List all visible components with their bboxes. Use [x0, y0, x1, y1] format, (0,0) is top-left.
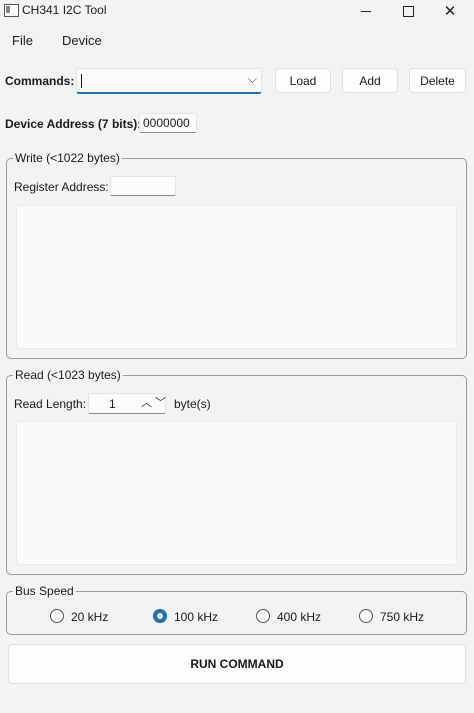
text-caret	[81, 74, 82, 88]
minimize-icon[interactable]	[346, 0, 386, 22]
title-bar: CH341 I2C Tool ✕	[0, 0, 474, 22]
spin-up-icon[interactable]: ︿	[141, 394, 152, 410]
byte-unit-label: byte(s)	[174, 397, 211, 411]
radio-100khz[interactable]	[153, 609, 167, 623]
menu-device[interactable]: Device	[62, 33, 102, 48]
app-icon	[4, 4, 19, 17]
radio-20khz-label[interactable]: 20 kHz	[71, 610, 108, 624]
window-title: CH341 I2C Tool	[22, 3, 107, 17]
radio-20khz[interactable]	[50, 609, 64, 623]
register-address-label: Register Address:	[14, 180, 109, 194]
menu-bar: File Device	[0, 30, 474, 50]
radio-750khz-label[interactable]: 750 kHz	[380, 610, 424, 624]
add-button[interactable]: Add	[342, 68, 398, 93]
chevron-down-icon[interactable]: ⌵	[248, 72, 257, 87]
menu-file[interactable]: File	[12, 33, 33, 48]
commands-label: Commands:	[5, 74, 75, 88]
read-length-value: 1	[109, 397, 116, 411]
write-group-title: Write (<1022 bytes)	[13, 151, 122, 165]
maximize-icon[interactable]	[388, 0, 428, 22]
load-button[interactable]: Load	[275, 68, 331, 93]
read-data-textarea	[16, 421, 457, 565]
device-address-label: Device Address (7 bits):	[5, 117, 142, 131]
radio-100khz-label[interactable]: 100 kHz	[174, 610, 218, 624]
read-length-label: Read Length:	[14, 397, 87, 411]
bus-speed-title: Bus Speed	[13, 584, 76, 598]
device-address-field[interactable]: 0000000	[139, 113, 197, 133]
radio-400khz-label[interactable]: 400 kHz	[277, 610, 321, 624]
delete-button[interactable]: Delete	[409, 68, 466, 93]
radio-400khz[interactable]	[256, 609, 270, 623]
write-data-textarea[interactable]	[16, 205, 457, 349]
run-command-button[interactable]: RUN COMMAND	[8, 644, 466, 684]
read-length-spinbox[interactable]: 1 ︿ ﹀	[88, 393, 166, 414]
close-icon[interactable]: ✕	[430, 0, 470, 22]
spin-down-icon[interactable]: ﹀	[155, 394, 166, 410]
radio-750khz[interactable]	[359, 609, 373, 623]
commands-combobox[interactable]: ⌵	[76, 68, 262, 94]
read-group-title: Read (<1023 bytes)	[13, 368, 123, 382]
register-address-field[interactable]	[110, 176, 176, 196]
